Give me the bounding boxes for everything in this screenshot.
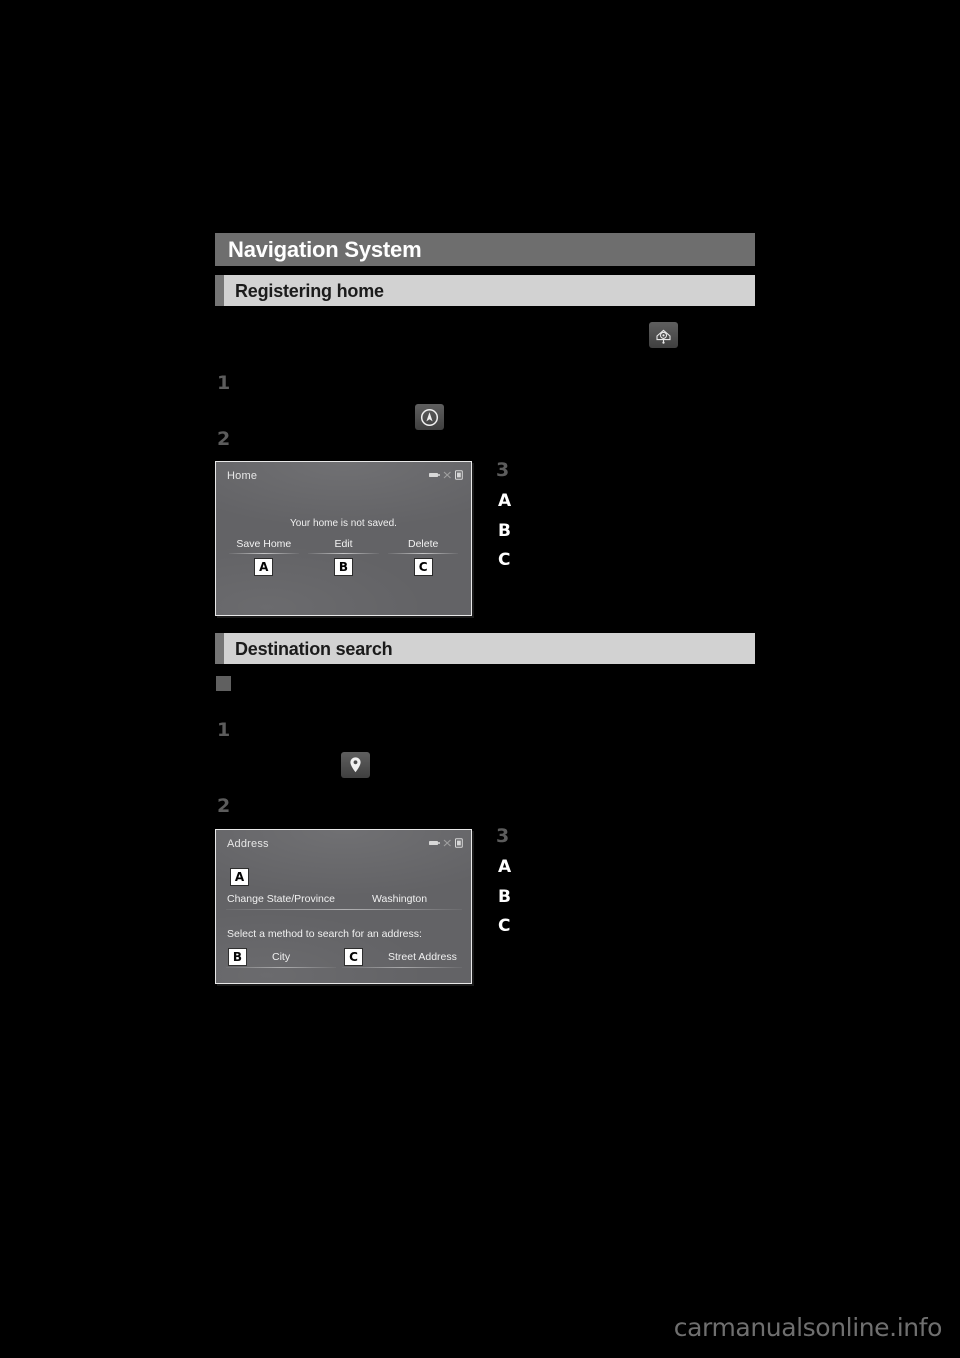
legend-letter-a: A [498,857,512,877]
callout-b: B [334,558,353,576]
battery-icon [455,470,463,480]
bluetooth-icon [443,839,451,847]
section-title: Destination search [235,638,393,659]
map-pin-icon[interactable] [341,752,370,778]
legend-letter-b: B [498,887,511,907]
screen-title: Home [227,470,258,482]
change-state-label[interactable]: Change State/Province [227,893,335,905]
divider [226,909,462,910]
status-bar [429,470,463,480]
legend-letter-c: C [498,550,511,570]
home-button-label: Edit [334,538,353,550]
callout-a: A [254,558,274,576]
home-button-delete[interactable]: Delete C [383,538,463,576]
home-button-edit[interactable]: Edit B [304,538,384,576]
step-number-2: 2 [217,795,231,817]
home-screen-screenshot: Home Your home is not saved. Save Home A [215,461,472,616]
address-screen-screenshot: Address A Change State/Province Washingt… [215,829,472,984]
search-option-street-address[interactable]: Street Address [388,951,457,963]
step-number-1: 1 [217,719,231,741]
signal-icon [429,841,440,845]
square-bullet-icon [216,676,231,691]
signal-icon [429,473,440,477]
divider [308,553,379,554]
section-header-registering-home: Registering home [215,275,755,306]
manual-page: Navigation System Registering home 1 2 H… [0,0,960,1358]
search-option-city[interactable]: City [272,951,290,963]
chapter-title: Navigation System [228,236,422,262]
status-bar [429,838,463,848]
legend-letter-c: C [498,916,511,936]
section-title: Registering home [235,280,384,301]
home-button-label: Delete [408,538,439,550]
step-number-3: 3 [496,825,510,847]
home-button-row: Save Home A Edit B Delete C [224,538,463,576]
state-value: Washington [372,893,428,905]
divider [342,967,462,968]
chapter-header: Navigation System [215,233,755,266]
search-method-prompt: Select a method to search for an address… [227,928,422,940]
callout-c: C [413,558,433,576]
watermark: carmanualsonline.info [673,1313,943,1342]
callout-c: C [344,948,363,966]
callout-b: B [228,948,247,966]
section-header-destination-search: Destination search [215,633,755,664]
divider [228,553,299,554]
divider [226,967,336,968]
legend-letter-b: B [498,521,511,541]
home-button-label: Save Home [236,538,292,550]
screen-title: Address [227,838,269,850]
callout-a: A [230,868,249,886]
step-number-2: 2 [217,428,231,450]
legend-letter-a: A [498,491,512,511]
battery-icon [455,838,463,848]
nav-settings-icon[interactable] [649,322,678,348]
step-number-1: 1 [217,372,231,394]
bluetooth-icon [443,471,451,479]
home-status-message: Your home is not saved. [290,518,397,529]
step-number-3: 3 [496,459,510,481]
home-button-save[interactable]: Save Home A [224,538,304,576]
navigation-arrow-icon[interactable] [415,404,444,430]
divider [388,553,459,554]
